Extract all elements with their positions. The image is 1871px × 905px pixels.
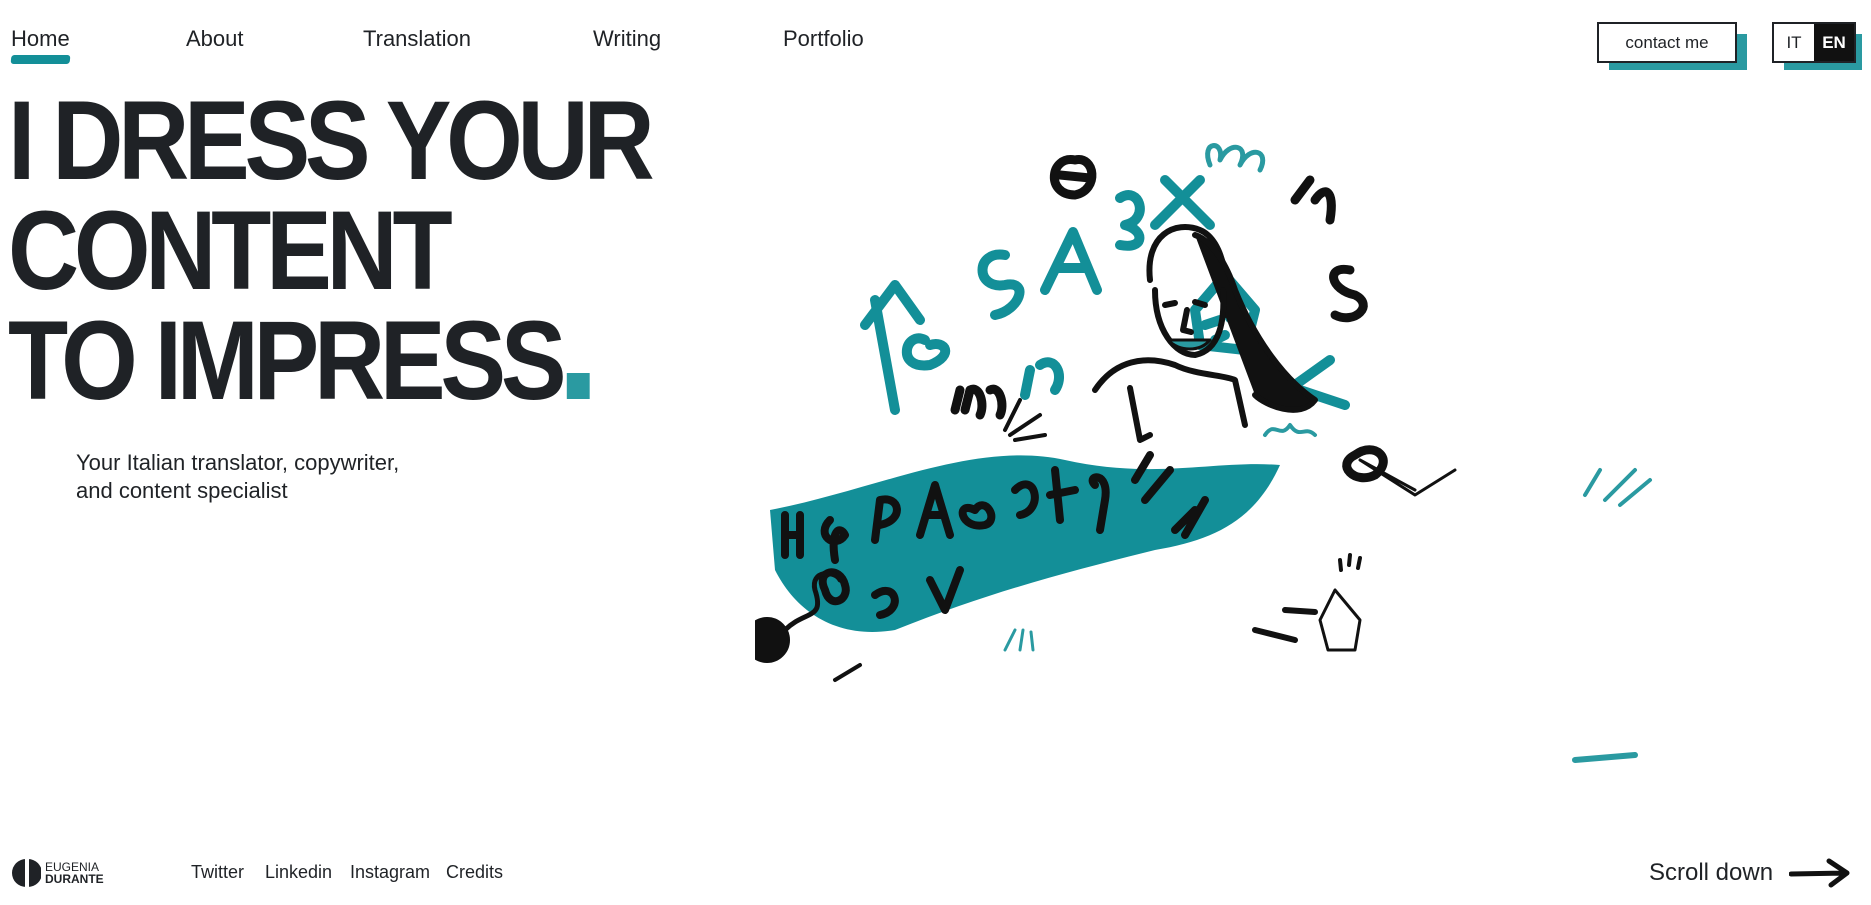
- contact-button-wrapper: contact me: [1597, 22, 1747, 70]
- nav-translation[interactable]: Translation: [363, 26, 471, 52]
- contact-button[interactable]: contact me: [1597, 22, 1737, 63]
- logo-bottom: DURANTE: [45, 872, 104, 886]
- language-options: IT EN: [1772, 22, 1856, 63]
- letter-theta: [1049, 155, 1097, 200]
- letter-v: [1290, 175, 1336, 225]
- letter-s: [1329, 264, 1368, 323]
- hero-subtitle-line-1: Your Italian translator, copywriter,: [76, 450, 400, 475]
- letter-e-1: [901, 333, 950, 371]
- letter-x: [1150, 175, 1215, 230]
- teal-ticks: [1003, 628, 1035, 652]
- yarn-ball: [755, 617, 790, 663]
- nav-about[interactable]: About: [186, 26, 244, 52]
- nav-home[interactable]: Home: [11, 26, 70, 52]
- arrow-right-icon: [1789, 858, 1850, 888]
- pen-nib: [1318, 588, 1362, 652]
- hero-title-dot: [566, 373, 590, 399]
- hero-title-line-3: TO IMPRESS: [8, 305, 649, 417]
- nav-portfolio[interactable]: Portfolio: [783, 26, 864, 52]
- nose: [1180, 307, 1194, 335]
- hero-subtitle-line-2: and content specialist: [76, 478, 288, 503]
- hero-title-line-3-text: TO IMPRESS: [8, 298, 567, 423]
- language-switcher: IT EN: [1772, 22, 1862, 70]
- linkedin-link[interactable]: Linkedin: [265, 862, 332, 883]
- pen-sparkle: [1338, 553, 1362, 572]
- letter-e-2: [977, 249, 1025, 320]
- lang-it-option[interactable]: IT: [1774, 24, 1814, 61]
- woman-in-letters-blanket-illustration: [755, 143, 1652, 763]
- ground-line: [833, 663, 862, 682]
- twitter-link[interactable]: Twitter: [191, 862, 244, 883]
- eyes: [1162, 299, 1208, 308]
- teal-spiral: [1205, 143, 1266, 173]
- black-bush: [1003, 398, 1047, 442]
- letter-n: [1020, 357, 1064, 400]
- shoulders: [1092, 357, 1248, 428]
- logo-text: EUGENIA DURANTE: [45, 861, 104, 885]
- brand-logo[interactable]: EUGENIA DURANTE: [11, 858, 104, 888]
- hero-title-line-1: I DRESS YOUR: [8, 78, 655, 203]
- scroll-down-label: Scroll down: [1649, 859, 1774, 886]
- lang-en-option[interactable]: EN: [1814, 24, 1854, 61]
- hero-subtitle: Your Italian translator, copywriter, and…: [76, 449, 436, 505]
- teal-squiggle: [1263, 423, 1317, 437]
- scroll-down-button[interactable]: Scroll down: [1649, 857, 1851, 889]
- logo-mark-icon: [12, 859, 41, 887]
- teal-book: [1583, 468, 1652, 507]
- hero-title-line-2: CONTENT: [8, 188, 453, 313]
- nav-writing[interactable]: Writing: [593, 26, 661, 52]
- letter-a: [1040, 227, 1102, 295]
- teal-line: [1572, 752, 1638, 763]
- credits-link[interactable]: Credits: [446, 862, 503, 883]
- hero-title: I DRESS YOUR CONTENT TO IMPRESS: [8, 78, 655, 417]
- letter-5: [1115, 190, 1145, 251]
- letter-m: [950, 384, 1007, 420]
- black-dashes: [1252, 607, 1318, 643]
- instagram-link[interactable]: Instagram: [350, 862, 430, 883]
- arm: [1127, 385, 1153, 443]
